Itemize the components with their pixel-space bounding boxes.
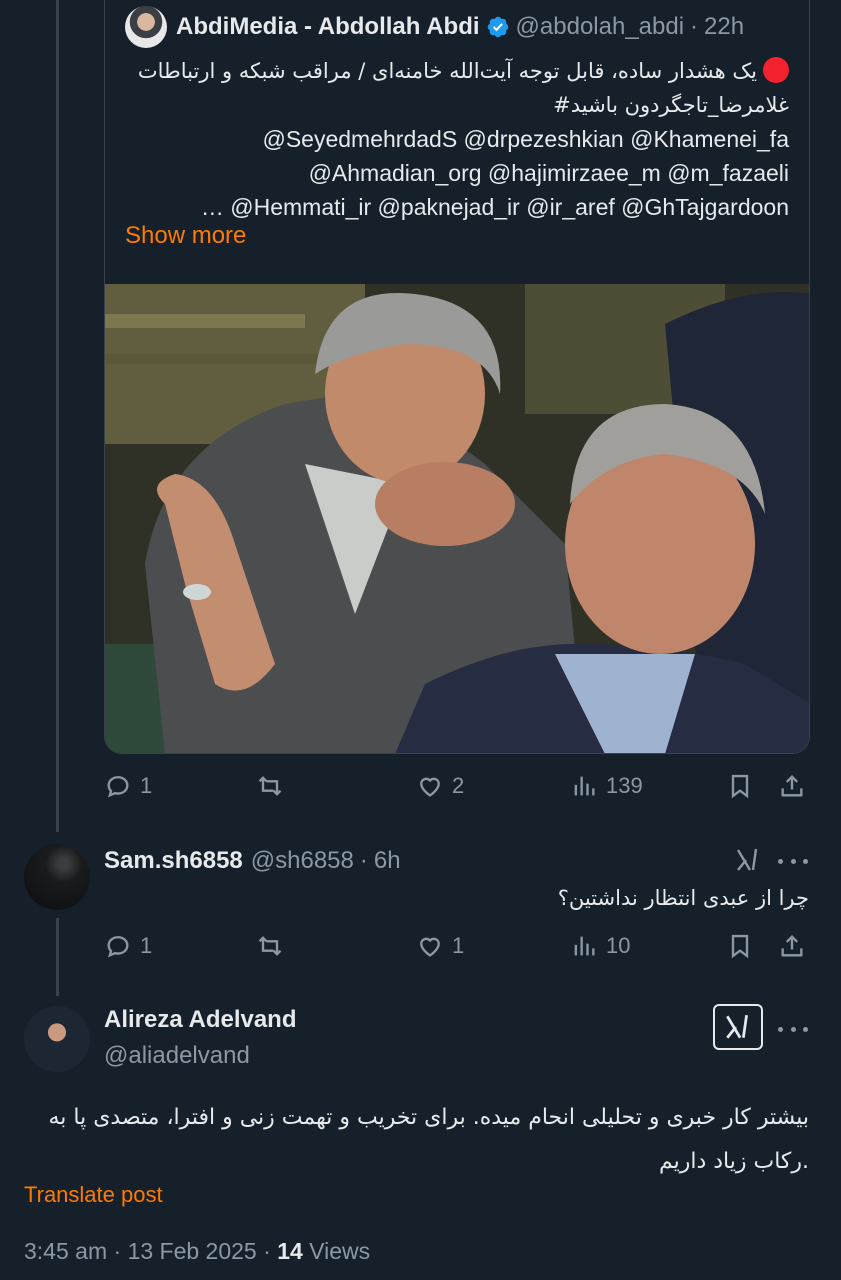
reply-icon xyxy=(107,776,129,798)
view-count: 139 xyxy=(606,773,643,798)
share-icon xyxy=(781,935,803,957)
repost-button[interactable] xyxy=(256,772,292,800)
parent-text-line: یک هشدار ساده، قابل توجه آیت‌الله خامنه‌… xyxy=(129,54,789,88)
like-count: 2 xyxy=(452,773,465,798)
repost-icon xyxy=(258,776,282,796)
share-button[interactable] xyxy=(778,932,806,960)
more-options-button[interactable] xyxy=(778,846,808,876)
separator-dot: · xyxy=(359,847,368,874)
bookmark-button[interactable] xyxy=(726,772,754,800)
reply-action-bar: 1 1 10 xyxy=(104,932,810,972)
dot xyxy=(790,1026,796,1032)
dot xyxy=(803,858,808,864)
share-button[interactable] xyxy=(778,772,806,800)
separator-dot: · xyxy=(263,1238,271,1264)
views-count: 14 xyxy=(277,1238,303,1264)
thread-line-bottom xyxy=(56,918,59,996)
analytics-icon xyxy=(574,776,595,796)
reply-button[interactable]: 1 xyxy=(104,932,152,960)
heart-icon xyxy=(420,777,440,797)
views-label: Views xyxy=(309,1238,371,1264)
analytics-icon xyxy=(574,936,595,956)
views-button[interactable]: 10 xyxy=(570,932,630,960)
separator-dot: · xyxy=(113,1238,122,1264)
reply-author-handle[interactable]: @sh6858 xyxy=(251,847,354,875)
main-author-name[interactable]: Alireza Adelvand xyxy=(104,1006,297,1034)
parent-tweet-photo[interactable] xyxy=(105,284,809,753)
parent-timestamp[interactable]: 22h xyxy=(704,13,744,41)
parent-tweet-text: یک هشدار ساده، قابل توجه آیت‌الله خامنه‌… xyxy=(129,54,789,224)
translate-post-link[interactable]: Translate post xyxy=(24,1182,163,1208)
post-date[interactable]: 13 Feb 2025 xyxy=(128,1238,257,1264)
main-text-line: رکاب زیاد داریم. xyxy=(658,1149,809,1174)
repost-icon xyxy=(258,936,282,956)
reply-button[interactable]: 1 xyxy=(104,772,152,800)
mentions-line[interactable]: @SeyedmehrdadS @drpezeshkian @Khamenei_f… xyxy=(129,122,789,156)
reply-author-name[interactable]: Sam.sh6858 xyxy=(104,847,243,875)
photo-illustration xyxy=(105,284,809,753)
like-count: 1 xyxy=(452,933,465,958)
grok-button[interactable] xyxy=(713,1004,763,1050)
main-author-handle[interactable]: @aliadelvand xyxy=(104,1042,250,1070)
mentions-line[interactable]: … @Hemmati_ir @paknejad_ir @ir_aref @GhT… xyxy=(129,190,789,224)
main-author-avatar[interactable] xyxy=(24,1006,90,1072)
main-text-line: بیشتر کار خبری و تحلیلی انحام میده. برای… xyxy=(48,1105,809,1130)
parent-author-handle[interactable]: @abdolah_abdi xyxy=(516,13,685,41)
tweet-metadata: 3:45 am · 13 Feb 2025 · 14 Views xyxy=(24,1238,370,1265)
like-button[interactable]: 2 xyxy=(416,772,464,800)
dot xyxy=(778,858,783,864)
show-more-link[interactable]: Show more xyxy=(125,222,246,250)
reply-tweet-header: Sam.sh6858 @sh6858 · 6h xyxy=(104,845,401,877)
bookmark-button[interactable] xyxy=(726,932,754,960)
bookmark-icon xyxy=(731,774,749,799)
post-time[interactable]: 3:45 am xyxy=(24,1238,107,1264)
reply-tweet-text: چرا از عبدی انتظار نداشتین؟ xyxy=(557,886,809,910)
parent-tweet-card[interactable]: AbdiMedia - Abdollah Abdi @abdolah_abdi … xyxy=(104,0,810,754)
grok-icon[interactable] xyxy=(734,846,762,874)
share-icon xyxy=(781,775,803,797)
dot xyxy=(803,1026,808,1032)
parent-tweet-header: AbdiMedia - Abdollah Abdi @abdolah_abdi … xyxy=(125,6,744,48)
parent-action-bar: 1 2 139 xyxy=(104,772,810,812)
red-circle-emoji-icon xyxy=(763,57,789,83)
bookmark-icon xyxy=(731,934,749,959)
views-button[interactable]: 139 xyxy=(570,772,643,800)
view-count: 10 xyxy=(606,933,631,958)
like-button[interactable]: 1 xyxy=(416,932,464,960)
dot xyxy=(778,1026,783,1032)
parent-author-avatar[interactable] xyxy=(125,6,167,48)
heart-icon xyxy=(420,937,440,957)
grok-icon xyxy=(726,1015,748,1039)
reply-count: 1 xyxy=(140,773,153,798)
mentions-line[interactable]: @Ahmadian_org @hajimirzaee_m @m_fazaeli xyxy=(129,156,789,190)
more-options-button[interactable] xyxy=(778,1014,808,1044)
separator-dot: · xyxy=(690,13,699,40)
parent-author-name[interactable]: AbdiMedia - Abdollah Abdi xyxy=(176,13,480,41)
thread-line-top xyxy=(56,0,59,832)
reply-count: 1 xyxy=(140,933,153,958)
verified-badge-icon xyxy=(487,16,508,38)
reply-author-avatar[interactable] xyxy=(24,844,90,910)
main-tweet-text: بیشتر کار خبری و تحلیلی انحام میده. برای… xyxy=(19,1096,809,1184)
reply-timestamp[interactable]: 6h xyxy=(374,847,401,875)
hashtag-line[interactable]: #غلامرضا_تاجگردون باشید xyxy=(129,88,789,122)
repost-button[interactable] xyxy=(256,932,292,960)
dot xyxy=(790,858,796,864)
reply-icon xyxy=(107,936,129,958)
